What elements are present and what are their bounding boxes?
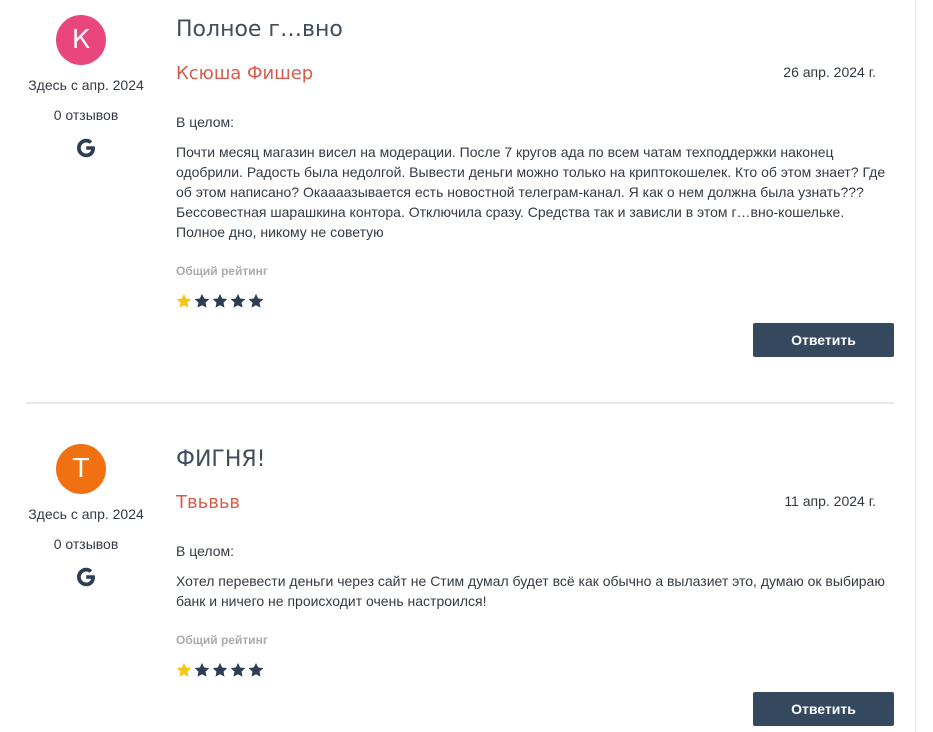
member-since: Здесь с апр. 2024 <box>28 77 144 93</box>
google-g-icon <box>77 138 95 158</box>
member-since: Здесь с апр. 2024 <box>28 506 144 522</box>
star-empty-icon <box>248 293 264 308</box>
avatar[interactable]: Т <box>56 444 106 494</box>
review-date: 26 апр. 2024 г. <box>783 64 876 80</box>
star-empty-icon <box>194 662 210 677</box>
google-g-icon <box>77 567 95 587</box>
star-empty-icon <box>248 662 264 677</box>
review-count: 0 отзывов <box>53 107 119 123</box>
reply-button[interactable]: Ответить <box>753 692 894 726</box>
star-empty-icon <box>212 662 228 677</box>
review-date: 11 апр. 2024 г. <box>784 493 876 509</box>
review-author[interactable]: Ксюша Фишер <box>176 63 313 84</box>
review-count: 0 отзывов <box>53 536 119 552</box>
review-title: ФИГНЯ! <box>176 447 266 472</box>
review-text: Хотел перевести деньги через сайт не Сти… <box>176 573 885 609</box>
review-text: Почти месяц магазин висел на модерации. … <box>176 144 886 240</box>
star-empty-icon <box>212 293 228 308</box>
rating-label: Общий рейтинг <box>176 633 268 647</box>
star-rating <box>175 661 265 679</box>
rating-label: Общий рейтинг <box>176 264 268 278</box>
avatar[interactable]: К <box>56 15 106 65</box>
star-empty-icon <box>230 293 246 308</box>
overall-label: В целом: <box>176 543 235 559</box>
review-title: Полное г…вно <box>176 17 343 42</box>
star-empty-icon <box>194 293 210 308</box>
star-rating <box>175 292 265 310</box>
right-border <box>915 0 916 732</box>
reply-button[interactable]: Ответить <box>753 323 894 357</box>
overall-label: В целом: <box>176 114 235 130</box>
review-author[interactable]: Твьвьв <box>176 492 240 513</box>
star-filled-icon <box>176 662 192 677</box>
review-card: Т Здесь с апр. 2024 0 отзывов ФИГНЯ! Твь… <box>0 404 915 732</box>
star-empty-icon <box>230 662 246 677</box>
star-filled-icon <box>176 293 192 308</box>
review-card: К Здесь с апр. 2024 0 отзывов Полное г…в… <box>0 0 915 404</box>
